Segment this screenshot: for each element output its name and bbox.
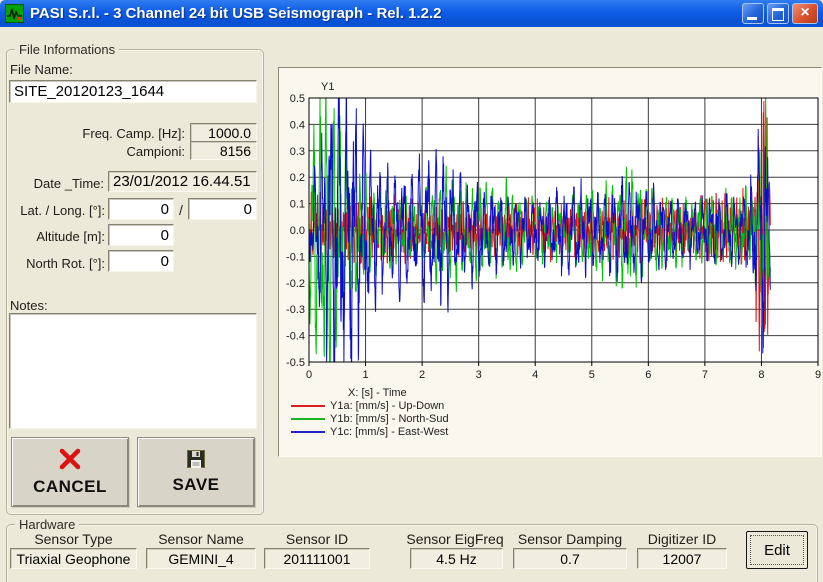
legend-row-y1b: Y1b: [mm/s] - North-Sud bbox=[291, 412, 449, 425]
file-name-label: File Name: bbox=[10, 62, 73, 77]
svg-text:3: 3 bbox=[476, 369, 482, 381]
lat-long-separator: / bbox=[179, 202, 183, 218]
svg-text:-0.3: -0.3 bbox=[286, 304, 305, 316]
campioni-value: 8156 bbox=[190, 141, 257, 160]
sensor-id-label: Sensor ID bbox=[264, 531, 370, 547]
svg-text:7: 7 bbox=[702, 369, 708, 381]
svg-text:Y1: Y1 bbox=[321, 81, 334, 93]
sensor-eigfreq-value: 4.5 Hz bbox=[410, 548, 503, 569]
notes-textarea[interactable] bbox=[9, 313, 257, 429]
window-title: PASI S.r.l. - 3 Channel 24 bit USB Seism… bbox=[30, 5, 742, 22]
altitude-label: Altitude [m]: bbox=[2, 229, 105, 244]
date-time-label: Date _Time: bbox=[2, 176, 104, 191]
window-controls: × bbox=[742, 3, 818, 24]
svg-text:0.3: 0.3 bbox=[290, 146, 305, 158]
save-floppy-icon bbox=[187, 450, 205, 468]
digitizer-id-label: Digitizer ID bbox=[632, 531, 732, 547]
date-time-value: 23/01/2012 16.44.51 bbox=[108, 171, 257, 192]
sensor-damping-value: 0.7 bbox=[513, 548, 627, 569]
sensor-type-value: Triaxial Geophone bbox=[10, 548, 137, 569]
save-button[interactable]: SAVE bbox=[137, 437, 255, 507]
svg-text:5: 5 bbox=[589, 369, 595, 381]
legend-swatch-up-down bbox=[291, 405, 325, 407]
edit-button-label: Edit bbox=[764, 542, 790, 559]
legend-row-y1a: Y1a: [mm/s] - Up-Down bbox=[291, 399, 449, 412]
svg-text:9: 9 bbox=[815, 369, 821, 381]
file-informations-group-label: File Informations bbox=[15, 42, 119, 57]
svg-text:0.4: 0.4 bbox=[290, 119, 305, 131]
svg-text:2: 2 bbox=[419, 369, 425, 381]
maximize-button[interactable] bbox=[767, 3, 789, 24]
legend-label: Y1c: [mm/s] - East-West bbox=[330, 426, 448, 438]
svg-text:0.2: 0.2 bbox=[290, 172, 305, 184]
cancel-button[interactable]: CANCEL bbox=[11, 437, 129, 507]
title-bar: PASI S.r.l. - 3 Channel 24 bit USB Seism… bbox=[0, 0, 823, 27]
sensor-type-label: Sensor Type bbox=[10, 531, 137, 547]
close-button[interactable]: × bbox=[792, 3, 818, 24]
legend-row-time: X: [s] - Time bbox=[291, 386, 449, 399]
sensor-damping-label: Sensor Damping bbox=[508, 531, 632, 547]
legend-label: Y1a: [mm/s] - Up-Down bbox=[330, 400, 444, 412]
edit-button[interactable]: Edit bbox=[746, 531, 808, 569]
legend-swatch-north-sud bbox=[291, 418, 325, 420]
svg-text:0.1: 0.1 bbox=[290, 199, 305, 211]
svg-text:8: 8 bbox=[758, 369, 764, 381]
svg-text:-0.2: -0.2 bbox=[286, 278, 305, 290]
chart-panel: 0 1 2 3 4 5 6 7 8 9 0.5 0.4 0.3 0.2 0.1 0.0 -0.1 -0.2 -0.3… bbox=[278, 67, 822, 457]
north-rot-input[interactable] bbox=[108, 250, 174, 272]
latitude-input[interactable] bbox=[108, 198, 174, 220]
notes-label: Notes: bbox=[10, 298, 48, 313]
chart-legend: X: [s] - Time Y1a: [mm/s] - Up-Down Y1b:… bbox=[291, 386, 449, 438]
svg-text:-0.5: -0.5 bbox=[286, 357, 305, 369]
north-rot-label: North Rot. [°]: bbox=[2, 256, 105, 271]
svg-text:-0.1: -0.1 bbox=[286, 251, 305, 263]
legend-label: X: [s] - Time bbox=[348, 387, 407, 399]
freq-camp-label: Freq. Camp. [Hz]: bbox=[10, 126, 185, 141]
svg-text:0.5: 0.5 bbox=[290, 93, 305, 105]
sensor-name-value: GEMINI_4 bbox=[146, 548, 256, 569]
lat-long-label: Lat. / Long. [°]: bbox=[2, 203, 105, 218]
svg-text:-0.4: -0.4 bbox=[286, 331, 305, 343]
hardware-group-label: Hardware bbox=[15, 517, 79, 532]
svg-text:4: 4 bbox=[532, 369, 538, 381]
sensor-name-label: Sensor Name bbox=[146, 531, 256, 547]
app-icon bbox=[5, 4, 24, 23]
legend-swatch-east-west bbox=[291, 431, 325, 433]
longitude-input[interactable] bbox=[188, 198, 257, 220]
cancel-x-icon bbox=[58, 448, 82, 470]
file-name-input[interactable] bbox=[9, 80, 257, 103]
cancel-button-label: CANCEL bbox=[33, 477, 107, 497]
legend-label: Y1b: [mm/s] - North-Sud bbox=[330, 413, 449, 425]
svg-text:6: 6 bbox=[645, 369, 651, 381]
sensor-id-value: 201111001 bbox=[264, 548, 370, 569]
minimize-button[interactable] bbox=[742, 3, 764, 24]
altitude-input[interactable] bbox=[108, 224, 174, 246]
sensor-eigfreq-label: Sensor EigFreq bbox=[405, 531, 505, 547]
digitizer-id-value: 12007 bbox=[637, 548, 727, 569]
svg-text:0.0: 0.0 bbox=[290, 225, 305, 237]
freq-camp-value: 1000.0 bbox=[190, 123, 257, 142]
campioni-label: Campioni: bbox=[10, 144, 185, 159]
save-button-label: SAVE bbox=[172, 475, 219, 495]
app-window: PASI S.r.l. - 3 Channel 24 bit USB Seism… bbox=[0, 0, 823, 582]
svg-text:1: 1 bbox=[362, 369, 368, 381]
legend-row-y1c: Y1c: [mm/s] - East-West bbox=[291, 425, 449, 438]
svg-text:0: 0 bbox=[306, 369, 312, 381]
